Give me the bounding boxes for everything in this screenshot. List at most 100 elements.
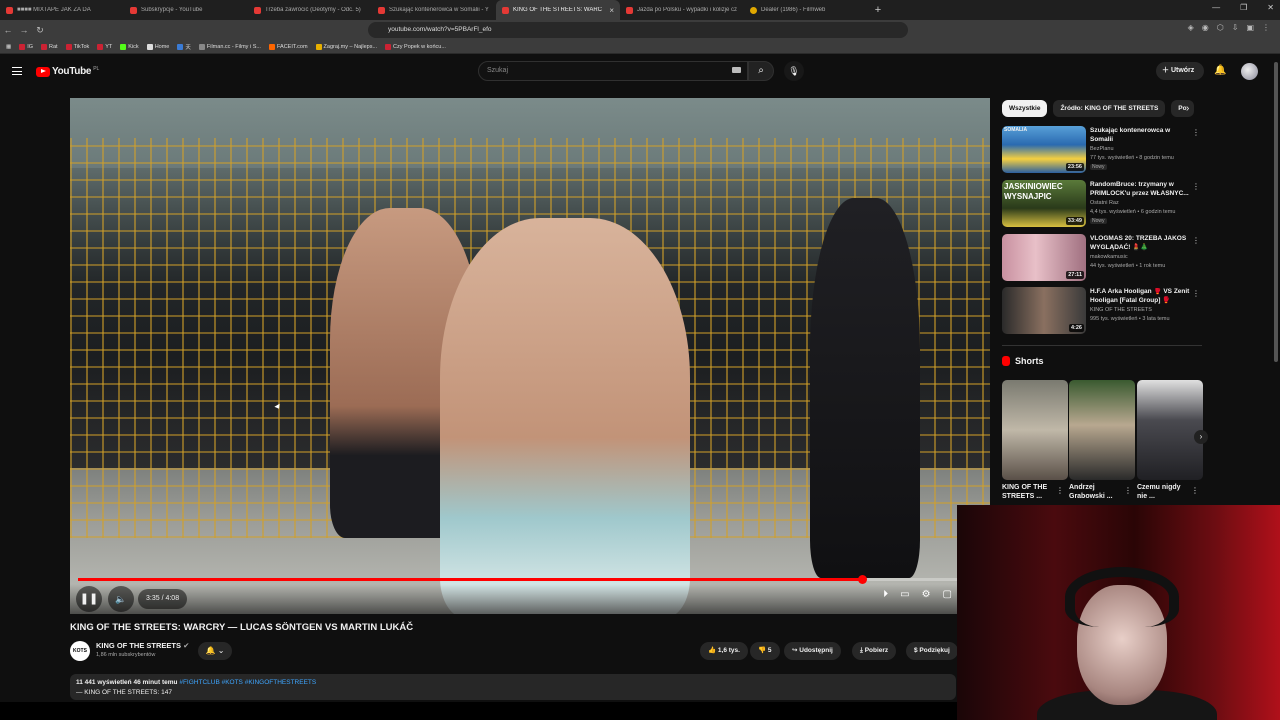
thanks-button[interactable]: $ Podziękuj <box>906 642 958 660</box>
address-bar[interactable]: youtube.com/watch?v=5PBArFl_efo <box>368 22 908 38</box>
like-button[interactable]: 👍 1,6 tys. <box>700 642 748 660</box>
browser-tab[interactable]: Jazda po Polsku - wypadki i kolizje cz <box>620 0 744 20</box>
downloads-icon[interactable]: ⇩ <box>1232 23 1239 32</box>
create-button[interactable]: ＋ Utwórz <box>1156 62 1204 80</box>
short-title[interactable]: Czemu nigdy nie ... <box>1137 483 1191 501</box>
close-window-icon[interactable]: ✕ <box>1267 3 1274 12</box>
recommendation-item[interactable]: 4:26 H.F.A Arka Hooligan 🥊 VS Zenit Hool… <box>1002 287 1202 335</box>
bookmark[interactable]: 天 <box>177 43 191 51</box>
more-options-icon[interactable]: ⋮ <box>1192 182 1200 191</box>
recommendation-channel[interactable]: makowkamusic <box>1090 254 1128 260</box>
menu-icon[interactable]: ⋮ <box>1262 23 1270 32</box>
volume-icon: 🔈 <box>115 594 127 604</box>
forward-icon[interactable]: → <box>16 25 32 35</box>
channel-avatar[interactable]: KOTS <box>70 641 90 661</box>
video-thumbnail[interactable]: SOMALIA 23:56 <box>1002 126 1086 173</box>
subscription-bell-button[interactable]: 🔔 ⌄ <box>198 642 232 660</box>
page-scrollbar[interactable] <box>1274 62 1278 362</box>
notifications-bell-icon[interactable]: 🔔 <box>1214 65 1226 76</box>
bookmark[interactable]: Filman.cc - Filmy i S... <box>198 43 261 50</box>
video-description[interactable]: 11 441 wyświetleń 46 minut temu #FIGHTCL… <box>70 674 956 700</box>
video-progress-bar[interactable] <box>78 575 982 584</box>
back-icon[interactable]: ← <box>0 25 16 35</box>
apps-icon[interactable]: ▦ <box>6 44 11 50</box>
bookmark-icon <box>97 43 104 50</box>
bookmark-icon <box>315 43 322 50</box>
extension-icon[interactable]: ◉ <box>1202 23 1209 32</box>
bookmark[interactable]: Rat <box>41 43 58 50</box>
miniplayer-icon[interactable]: ▢ <box>943 589 952 600</box>
bookmark[interactable]: YT <box>97 43 112 50</box>
account-avatar[interactable] <box>1241 63 1258 80</box>
browser-tab[interactable]: Trzeba zawrócić (Deotymy - Odc. 5) <box>248 0 372 20</box>
chip-all[interactable]: Wszystkie <box>1002 100 1048 117</box>
extension-icon[interactable]: ◈ <box>1188 23 1194 32</box>
extension-icon[interactable]: ⬡ <box>1217 23 1224 32</box>
bookmark[interactable]: Zagraj.my – Najleps... <box>315 43 377 50</box>
recommendation-title[interactable]: H.F.A Arka Hooligan 🥊 VS Zenit Hooligan … <box>1090 288 1190 305</box>
settings-gear-icon[interactable]: ⚙ <box>922 589 931 600</box>
autoplay-toggle-icon[interactable]: ⏵ <box>883 589 888 600</box>
video-thumbnail[interactable]: JASKINIOWIEC WYSNAJPIC 33:49 <box>1002 180 1086 227</box>
browser-tab[interactable]: ■■■■ MIXTAPE JAK ZA DA <box>0 0 124 20</box>
short-title[interactable]: KING OF THE STREETS ... <box>1002 483 1056 501</box>
close-tab-icon[interactable]: × <box>609 6 614 15</box>
short-thumbnail[interactable] <box>1137 380 1203 480</box>
chevron-right-icon[interactable]: › <box>1186 103 1189 114</box>
browser-tab[interactable]: Dealer (1986) - Filmweb <box>744 0 868 20</box>
search-input[interactable]: Szukaj <box>478 61 748 81</box>
recommendation-item[interactable]: JASKINIOWIEC WYSNAJPIC 33:49 RandomBruce… <box>1002 180 1202 228</box>
microphone-icon: 🎙 <box>788 66 800 76</box>
chip-more[interactable]: Po <box>1171 100 1194 117</box>
more-options-icon[interactable]: ⋮ <box>1192 289 1200 298</box>
share-button[interactable]: ↪ Udostępnij <box>784 642 841 660</box>
bookmark[interactable]: Kick <box>120 43 139 50</box>
chip-source[interactable]: Źródło: KING OF THE STREETS <box>1053 100 1166 117</box>
browser-tab[interactable]: Subskrypcje - YouTube <box>124 0 248 20</box>
recommendation-item[interactable]: 27:11 VLOGMAS 20: TRZEBA JAKOŚ WYGLĄDAĆ!… <box>1002 234 1202 282</box>
browser-tab-active[interactable]: KING OF THE STREETS: WARC × <box>496 0 620 20</box>
hamburger-menu-icon[interactable] <box>12 67 22 75</box>
more-options-icon[interactable]: ⋮ <box>1192 128 1200 137</box>
keyboard-icon[interactable] <box>732 67 741 73</box>
bookmark[interactable]: FACEIT.com <box>268 43 308 50</box>
more-options-icon[interactable]: ⋮ <box>1191 486 1199 495</box>
bookmark[interactable]: TikTok <box>65 43 89 50</box>
recommendation-title[interactable]: Szukając kontenerowca w Somalii <box>1090 127 1190 144</box>
video-scrubber-handle[interactable] <box>857 575 867 584</box>
shorts-next-icon[interactable]: › <box>1194 430 1208 444</box>
browser-tab[interactable]: Szukając kontenerowca w Somalii - Y <box>372 0 496 20</box>
sidebar-icon[interactable]: ▣ <box>1246 23 1254 32</box>
recommendation-channel[interactable]: Ostatni Raz <box>1090 200 1119 206</box>
short-title[interactable]: Andrzej Grabowski ... <box>1069 483 1123 501</box>
search-button[interactable]: ⌕ <box>748 61 774 81</box>
maximize-icon[interactable]: ❐ <box>1240 3 1247 12</box>
youtube-logo[interactable]: YouTube PL <box>36 66 99 77</box>
new-tab-icon[interactable]: + <box>868 4 888 16</box>
short-thumbnail[interactable] <box>1069 380 1135 480</box>
more-options-icon[interactable]: ⋮ <box>1124 486 1132 495</box>
subtitles-icon[interactable]: ▭ <box>900 589 909 600</box>
video-thumbnail[interactable]: 4:26 <box>1002 287 1086 334</box>
dislike-button[interactable]: 👎 5 <box>750 642 780 660</box>
bookmark[interactable]: Czy Popek w końcu... <box>385 43 446 50</box>
reload-icon[interactable]: ↻ <box>32 25 48 36</box>
bookmark[interactable]: Home <box>146 43 169 50</box>
bookmark[interactable]: IG <box>19 43 33 50</box>
voice-search-button[interactable]: 🎙 <box>784 61 804 81</box>
video-player[interactable]: ❚❚ 🔈 3:35 / 4:08 ⏵ ▭ ⚙ ▢ <box>70 98 990 614</box>
recommendation-item[interactable]: SOMALIA 23:56 Szukając kontenerowca w So… <box>1002 126 1202 174</box>
recommendation-channel[interactable]: KING OF THE STREETS <box>1090 307 1152 313</box>
pause-button[interactable]: ❚❚ <box>76 586 102 612</box>
recommendation-title[interactable]: VLOGMAS 20: TRZEBA JAKOŚ WYGLĄDAĆ! 💄🎄 <box>1090 235 1190 252</box>
channel-name[interactable]: KING OF THE STREETS ✔ <box>96 641 189 650</box>
minimize-icon[interactable]: — <box>1212 3 1220 12</box>
volume-button[interactable]: 🔈 <box>108 586 134 612</box>
more-options-icon[interactable]: ⋮ <box>1056 486 1064 495</box>
short-thumbnail[interactable] <box>1002 380 1068 480</box>
recommendation-title[interactable]: RandomBruce: trzymany w PRIMLOCK'u przez… <box>1090 181 1190 198</box>
recommendation-channel[interactable]: BezPlanu <box>1090 146 1114 152</box>
more-options-icon[interactable]: ⋮ <box>1192 236 1200 245</box>
download-button[interactable]: ⤓ Pobierz <box>852 642 897 660</box>
video-thumbnail[interactable]: 27:11 <box>1002 234 1086 281</box>
